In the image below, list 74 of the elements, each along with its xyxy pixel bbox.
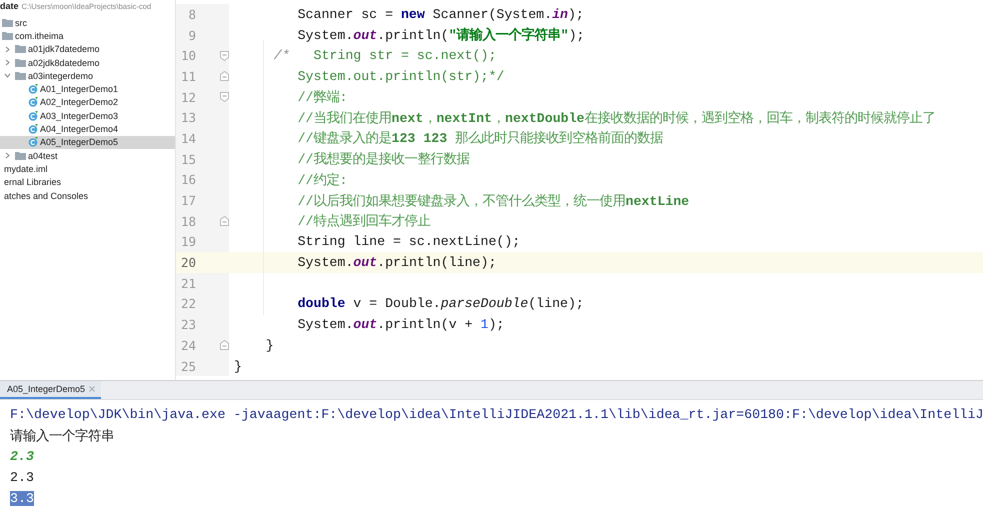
class-icon: [28, 124, 38, 134]
chevron-right-icon[interactable]: [4, 152, 11, 160]
code-line: //约定:: [296, 172, 348, 189]
line-number: 15: [180, 152, 196, 167]
line-number: 11: [180, 68, 196, 84]
fold-icon[interactable]: [220, 92, 229, 102]
line-number: 13: [180, 110, 196, 126]
line-number: 14: [180, 130, 196, 146]
tree-item[interactable]: A04_IntegerDemo4: [0, 122, 175, 136]
line-number: 23: [180, 317, 196, 332]
tree-item[interactable]: a03integerdemo: [0, 69, 175, 82]
code-line: //以后我们如果想要键盘录入，不管什么类型，统一使用nextLine: [296, 192, 690, 210]
chevron-down-icon[interactable]: [4, 72, 11, 80]
class-icon: [28, 84, 38, 94]
line-number: 20: [180, 255, 196, 270]
run-tab[interactable]: A05_IntegerDemo5: [0, 381, 102, 399]
tree-item[interactable]: a02jdk8datedemo: [0, 56, 175, 70]
code-line: /* String str = sc.next();: [272, 48, 496, 64]
tree-item[interactable]: a01jdk7datedemo: [0, 42, 175, 56]
code-line: System.out.println(v + 1);: [296, 317, 504, 332]
line-number: 24: [180, 338, 196, 353]
tree-item[interactable]: A01_IntegerDemo1: [0, 82, 175, 96]
tree-item[interactable]: com.itheima: [0, 29, 175, 43]
tree-item[interactable]: mydate.iml: [0, 162, 175, 176]
line-number: 25: [180, 358, 196, 374]
code-line: //键盘录入的是123 123 那么此时只能接收到空格前面的数据: [296, 130, 664, 148]
folder-icon: [15, 58, 26, 67]
code-line: double v = Double.parseDouble(line);: [296, 296, 584, 312]
folder-icon: [2, 32, 13, 40]
console-line: F:\develop\JDK\bin\java.exe -javaagent:F:\develop\idea\IntelliJIDEA2021.1.1\lib\idea_rt.jar=60180:F:\develop\idea\IntelliJ: [10, 407, 983, 422]
project-name: date: [0, 1, 19, 11]
line-number: 9: [187, 28, 196, 43]
line-number: 19: [180, 234, 196, 250]
fold-icon[interactable]: [220, 71, 229, 82]
tree-item[interactable]: a04test: [0, 148, 175, 162]
tree-item[interactable]: ernal Libraries: [0, 176, 175, 189]
code-line: //当我们在使用next，nextInt，nextDouble在接收数据的时候，遇到空格，回车，制表符的时候就停止了: [296, 110, 936, 127]
code-line: System.out.println("请输入一个字符串");: [296, 26, 585, 44]
fold-icon[interactable]: [220, 50, 229, 61]
folder-icon: [15, 45, 26, 54]
line-number: 8: [187, 6, 196, 22]
line-number: 21: [180, 276, 196, 291]
console-line: 2.3: [10, 449, 34, 464]
folder-icon: [15, 72, 26, 80]
code-line: //弊端:: [296, 89, 348, 106]
tree-item[interactable]: A03_IntegerDemo3: [0, 109, 175, 122]
class-icon: [28, 97, 38, 108]
code-line: System.out.println(line);: [296, 255, 496, 270]
class-icon: [28, 137, 38, 148]
console-line: 请输入一个字符串: [10, 428, 114, 444]
line-number: 22: [180, 296, 196, 312]
line-number: 16: [180, 172, 196, 188]
tree-item[interactable]: src: [0, 16, 175, 30]
line-number: 10: [180, 48, 196, 64]
fold-icon[interactable]: [220, 216, 229, 226]
fold-icon[interactable]: [220, 340, 229, 350]
code-line: System.out.println(str);*/: [296, 68, 504, 84]
line-number: 18: [180, 214, 196, 229]
class-icon: [28, 110, 38, 121]
code-line: //我想要的是接收一整行数据: [296, 150, 470, 168]
close-icon[interactable]: [89, 386, 96, 392]
code-line: //特点遇到回车才停止: [296, 212, 431, 230]
console-line: 2.3: [10, 470, 34, 485]
line-number: 17: [180, 193, 196, 208]
code-line: }: [264, 338, 274, 353]
code-line: }: [233, 358, 242, 374]
code-line: String line = sc.nextLine();: [296, 234, 520, 250]
tree-item[interactable]: A02_IntegerDemo2: [0, 96, 175, 110]
tree-item[interactable]: atches and Consoles: [0, 188, 175, 202]
code-line: Scanner sc = new Scanner(System.in);: [296, 6, 584, 22]
line-number: 12: [180, 90, 196, 105]
folder-icon: [15, 152, 26, 160]
tree-item[interactable]: A05_IntegerDemo5: [0, 136, 175, 149]
folder-icon: [2, 18, 13, 27]
